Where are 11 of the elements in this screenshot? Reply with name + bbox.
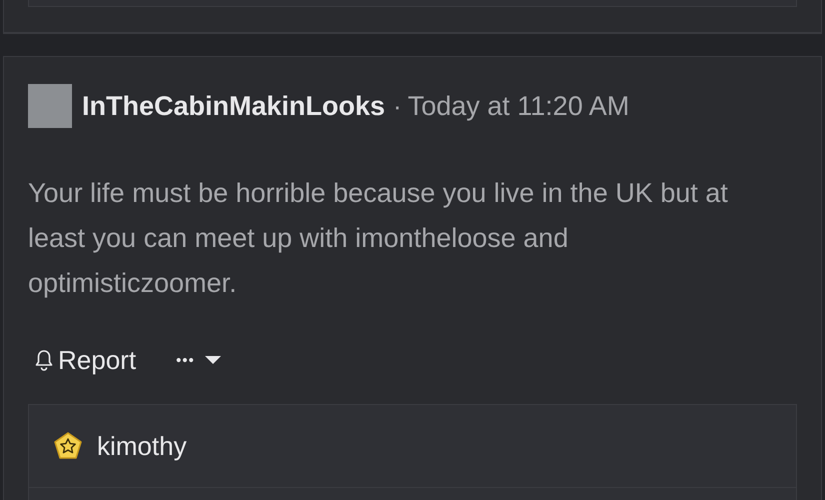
avatar-photo-placeholder	[28, 84, 72, 128]
reaction-user[interactable]: kimothy	[97, 430, 187, 462]
more-menu-button[interactable]: •••	[176, 352, 221, 368]
separator-dot: ·	[393, 90, 402, 122]
post-time: Today at 11:20 AM	[408, 90, 630, 122]
star-badge-icon	[53, 431, 83, 461]
caret-icon	[204, 355, 221, 365]
report-button[interactable]: Report	[34, 344, 136, 376]
bell-icon	[34, 349, 54, 371]
author-name[interactable]: InTheCabinMakinLooks	[82, 90, 386, 122]
post-body: Your life must be horrible because you live in the UK but at least you can meet up with imontheloose and optimisticzoomer.	[28, 177, 729, 300]
